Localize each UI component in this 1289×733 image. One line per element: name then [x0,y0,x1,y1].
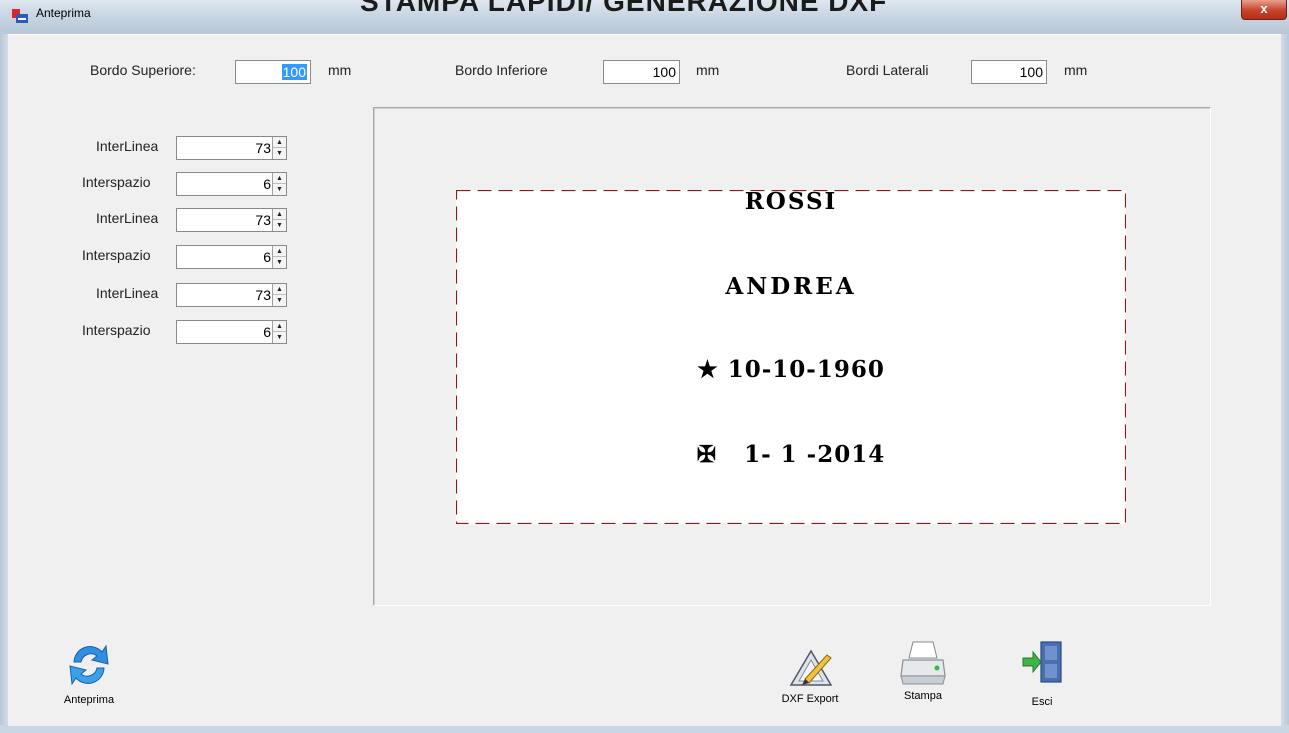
arrow-down-icon[interactable]: ▼ [273,184,286,195]
arrow-up-icon[interactable]: ▲ [273,173,286,184]
spacing-label: Interspazio [82,174,151,190]
dxf-export-button[interactable]: DXF Export [770,645,850,705]
window-frame-right [1281,34,1289,733]
spacing-value: 6 [263,249,271,265]
arrow-down-icon[interactable]: ▼ [273,257,286,268]
arrow-down-icon[interactable]: ▼ [273,295,286,306]
bottom-margin-label: Bordo Inferiore [455,62,548,78]
spinner-arrows[interactable]: ▲ ▼ [272,209,286,231]
spacing-spinner[interactable]: 73 ▲ ▼ [176,283,287,307]
window-frame-left [0,34,8,733]
side-margin-unit: mm [1064,62,1088,78]
side-margin-label: Bordi Laterali [846,62,929,78]
bottom-margin-value: 100 [652,64,676,80]
exit-button[interactable]: Esci [1016,638,1068,708]
window-title: Anteprima [36,6,91,20]
spacing-spinner[interactable]: 6 ▲ ▼ [176,245,287,269]
side-margin-input[interactable]: 100 [971,60,1047,84]
arrow-down-icon[interactable]: ▼ [273,148,286,159]
plate-name: ANDREA [725,273,857,300]
spacing-value: 6 [263,176,271,192]
preview-button-label: Anteprima [63,694,115,706]
arrow-up-icon[interactable]: ▲ [273,209,286,220]
exit-door-icon [1022,641,1062,683]
app-icon [12,9,28,23]
arrow-down-icon[interactable]: ▼ [273,220,286,231]
plate-death-date: ✠ 1- 1 -2014 [696,441,886,468]
spinner-arrows[interactable]: ▲ ▼ [272,246,286,268]
spacing-value: 73 [255,212,271,228]
bottom-margin-input[interactable]: 100 [603,60,680,84]
close-icon: x [1260,1,1268,16]
plate-surname: ROSSI [744,188,838,215]
arrow-up-icon[interactable]: ▲ [273,137,286,148]
plate-preview: ROSSI ANDREA ★ 10-10-1960 ✠ 1- 1 -2014 [456,188,1126,524]
arrow-down-icon[interactable]: ▼ [273,332,286,343]
top-margin-value: 100 [281,64,307,80]
spacing-label: InterLinea [96,285,159,301]
dxf-export-label: DXF Export [781,693,839,705]
spacing-value: 6 [263,324,271,340]
arrow-up-icon[interactable]: ▲ [273,246,286,257]
spinner-arrows[interactable]: ▲ ▼ [272,284,286,306]
spacing-label: Interspazio [82,322,151,338]
spacing-value: 73 [255,287,271,303]
spinner-arrows[interactable]: ▲ ▼ [272,173,286,195]
plate-birth-date: ★ 10-10-1960 [697,356,885,383]
window-frame-bottom [0,725,1289,733]
top-margin-unit: mm [328,62,352,78]
spacing-label: InterLinea [96,138,159,154]
spacing-spinner[interactable]: 6 ▲ ▼ [176,172,287,196]
spacing-spinner[interactable]: 73 ▲ ▼ [176,136,287,160]
print-button[interactable]: Stampa [890,638,956,702]
drafting-icon [789,649,833,686]
background-window-title: STAMPA LAPIDI/ GENERAZIONE DXF [360,0,888,17]
top-margin-label: Bordo Superiore: [90,62,196,78]
spacing-label: Interspazio [82,247,151,263]
side-margin-value: 100 [1019,64,1043,80]
refresh-icon [69,644,109,686]
spinner-arrows[interactable]: ▲ ▼ [272,321,286,343]
arrow-up-icon[interactable]: ▲ [273,284,286,295]
spacing-value: 73 [255,140,271,156]
top-margin-input[interactable]: 100 [235,60,311,84]
title-bar: STAMPA LAPIDI/ GENERAZIONE DXF Anteprima… [0,0,1289,35]
printer-icon [900,641,946,685]
spacing-spinner[interactable]: 73 ▲ ▼ [176,208,287,232]
arrow-up-icon[interactable]: ▲ [273,321,286,332]
exit-button-label: Esci [1031,696,1053,708]
bottom-margin-unit: mm [696,62,720,78]
preview-button[interactable]: Anteprima [52,638,126,706]
spacing-label: InterLinea [96,210,159,226]
close-button[interactable]: x [1241,0,1287,20]
print-button-label: Stampa [904,690,942,702]
spinner-arrows[interactable]: ▲ ▼ [272,137,286,159]
spacing-spinner[interactable]: 6 ▲ ▼ [176,320,287,344]
